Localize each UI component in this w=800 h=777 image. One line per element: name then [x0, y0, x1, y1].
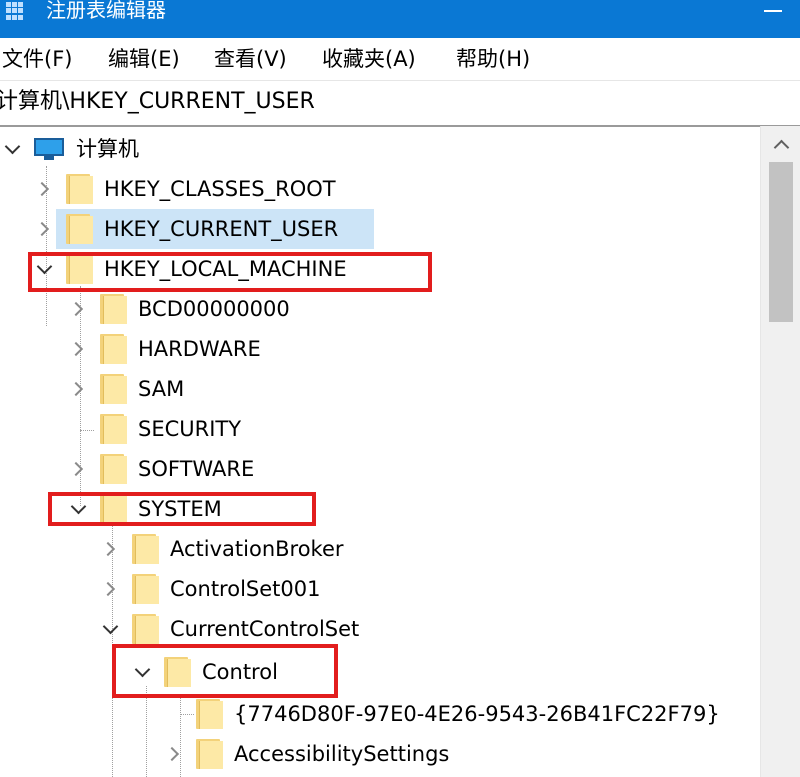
- tree-item-label: BCD00000000: [138, 297, 290, 321]
- tree-item-label: SAM: [138, 377, 185, 401]
- menu-edit[interactable]: 编辑(E): [108, 44, 180, 74]
- folder-icon: [100, 374, 127, 404]
- vertical-scrollbar[interactable]: [760, 126, 800, 777]
- tree-root-computer[interactable]: 计算机: [4, 129, 139, 169]
- folder-icon: [100, 294, 127, 324]
- tree-item-activationbroker[interactable]: ActivationBroker: [100, 529, 344, 569]
- chevron-right-icon[interactable]: [100, 541, 118, 557]
- registry-tree: 计算机 HKEY_CLASSES_ROOT HKEY_CURRENT_USER …: [0, 126, 760, 777]
- tree-item-currentcontrolset[interactable]: CurrentControlSet: [102, 609, 359, 649]
- tree-item-label: 计算机: [76, 137, 139, 161]
- menu-view[interactable]: 查看(V): [214, 44, 287, 74]
- tree-item-hardware[interactable]: HARDWARE: [68, 329, 261, 369]
- highlight-box-control: [112, 644, 338, 698]
- address-path[interactable]: 计算机\HKEY_CURRENT_USER: [0, 88, 315, 116]
- scroll-up-icon[interactable]: [761, 126, 800, 162]
- scrollbar-thumb[interactable]: [769, 162, 793, 322]
- folder-icon: [196, 739, 223, 769]
- tree-item-hkey-current-user[interactable]: HKEY_CURRENT_USER: [34, 209, 339, 249]
- tree-item-hkey-classes-root[interactable]: HKEY_CLASSES_ROOT: [34, 169, 336, 209]
- tree-guide-line: [146, 686, 147, 777]
- tree-item-software[interactable]: SOFTWARE: [68, 449, 255, 489]
- tree-item-label: HKEY_CLASSES_ROOT: [104, 177, 336, 201]
- chevron-right-icon[interactable]: [34, 181, 52, 197]
- highlight-box-system: [48, 492, 316, 526]
- folder-icon: [66, 174, 93, 204]
- chevron-right-icon[interactable]: [164, 746, 182, 762]
- chevron-right-icon[interactable]: [68, 381, 86, 397]
- tree-item-guid-key[interactable]: {7746D80F-97E0-4E26-9543-26B41FC22F79}: [166, 694, 720, 734]
- tree-item-sam[interactable]: SAM: [68, 369, 185, 409]
- tree-item-bcd[interactable]: BCD00000000: [68, 289, 290, 329]
- registry-app-icon: [6, 2, 24, 20]
- tree-item-label: CurrentControlSet: [170, 617, 360, 641]
- tree-item-label: HARDWARE: [138, 337, 261, 361]
- folder-icon: [100, 454, 127, 484]
- tree-item-label: {7746D80F-97E0-4E26-9543-26B41FC22F79}: [234, 702, 720, 726]
- menu-file[interactable]: 文件(F): [2, 44, 72, 74]
- tree-item-accessibilitysettings[interactable]: AccessibilitySettings: [164, 734, 450, 774]
- tree-item-security[interactable]: SECURITY: [70, 409, 241, 449]
- highlight-box-hklm: [28, 252, 432, 292]
- menu-bar: 文件(F) 编辑(E) 查看(V) 收藏夹(A) 帮助(H): [0, 38, 800, 80]
- chevron-right-icon[interactable]: [68, 461, 86, 477]
- chevron-right-icon[interactable]: [68, 341, 86, 357]
- minimize-icon[interactable]: [764, 10, 782, 12]
- menu-favorites[interactable]: 收藏夹(A): [322, 44, 416, 74]
- tree-item-label: SOFTWARE: [138, 457, 255, 481]
- folder-icon: [132, 534, 159, 564]
- folder-icon: [100, 334, 127, 364]
- tree-item-controlset001[interactable]: ControlSet001: [100, 569, 321, 609]
- chevron-down-icon[interactable]: [4, 138, 20, 157]
- computer-icon: [34, 136, 64, 162]
- tree-item-label: SECURITY: [138, 417, 242, 441]
- chevron-right-icon[interactable]: [68, 301, 86, 317]
- address-bar[interactable]: 计算机\HKEY_CURRENT_USER: [0, 80, 800, 127]
- window-title: 注册表编辑器: [46, 0, 166, 22]
- folder-icon: [100, 414, 127, 444]
- chevron-right-icon[interactable]: [34, 221, 52, 237]
- tree-item-label: AccessibilitySettings: [234, 742, 450, 766]
- tree-item-label: HKEY_CURRENT_USER: [104, 217, 339, 241]
- folder-icon: [66, 214, 93, 244]
- folder-icon: [196, 699, 223, 729]
- title-bar: 注册表编辑器: [0, 0, 800, 38]
- tree-item-label: ControlSet001: [170, 577, 321, 601]
- folder-icon: [132, 614, 159, 644]
- folder-icon: [132, 574, 159, 604]
- menu-help[interactable]: 帮助(H): [456, 44, 530, 74]
- tree-item-label: ActivationBroker: [170, 537, 344, 561]
- chevron-down-icon[interactable]: [102, 618, 118, 637]
- chevron-right-icon[interactable]: [100, 581, 118, 597]
